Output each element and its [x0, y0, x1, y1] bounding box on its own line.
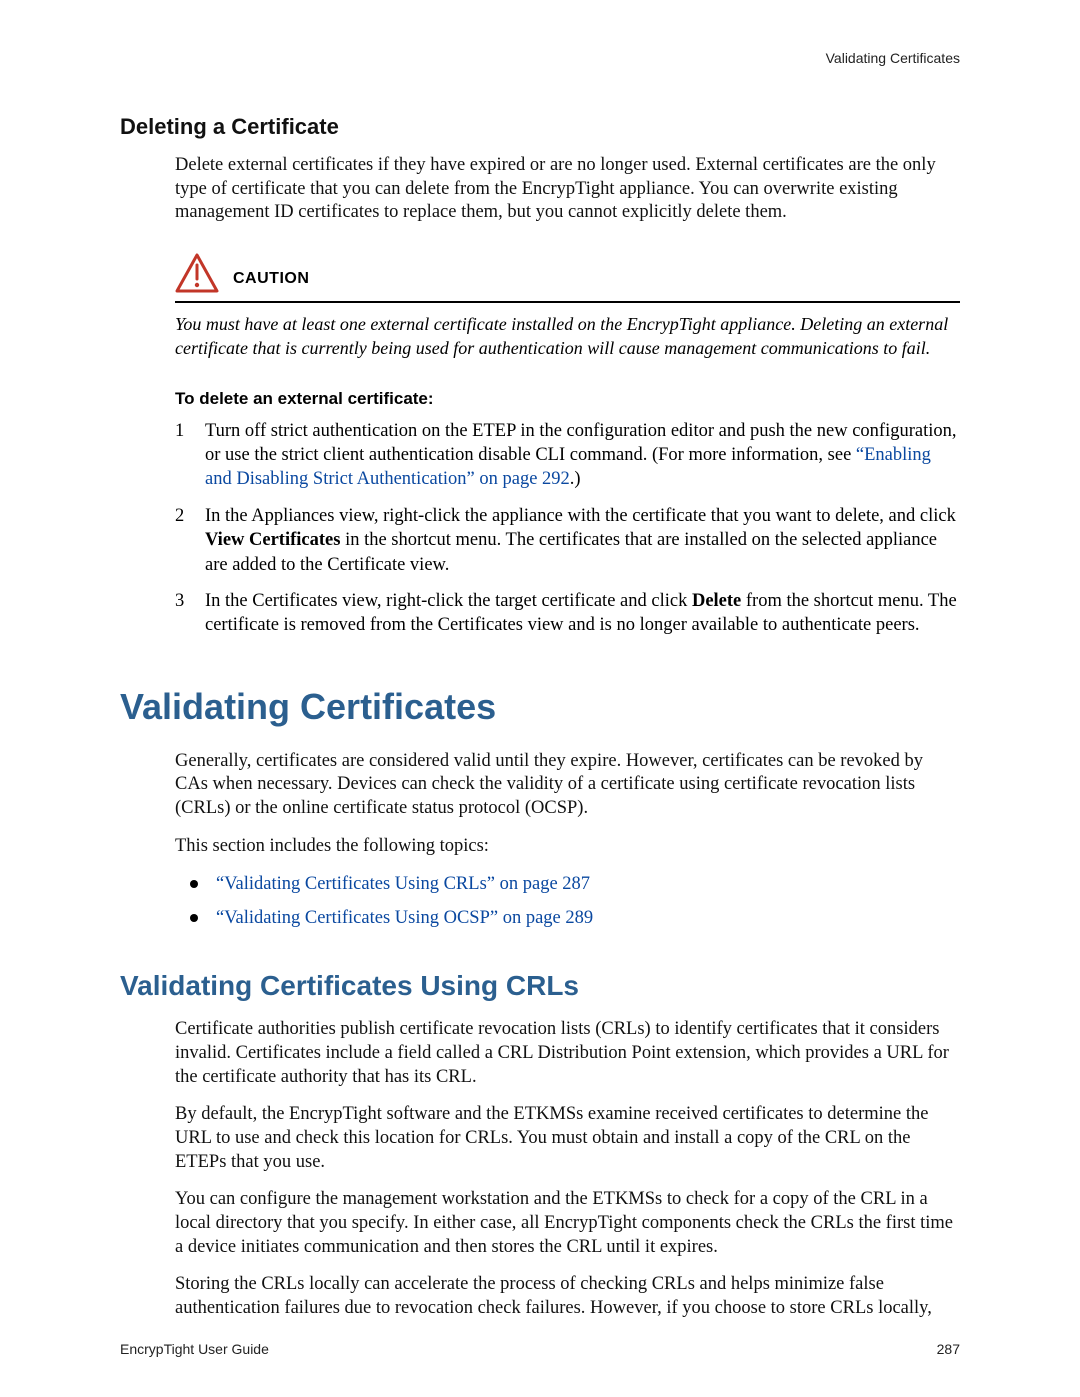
step-number: 1	[175, 419, 189, 492]
step-1-post: .)	[570, 469, 581, 489]
caution-icon	[175, 253, 219, 293]
para-crl-4: Storing the CRLs locally can accelerate …	[175, 1273, 960, 1320]
footer-page-number: 287	[937, 1341, 960, 1357]
caution-block: CAUTION You must have at least one exter…	[175, 253, 960, 361]
ui-view-certificates: View Certificates	[205, 530, 340, 550]
ui-delete: Delete	[692, 591, 741, 611]
link-validating-crls[interactable]: “Validating Certificates Using CRLs” on …	[216, 872, 590, 898]
running-header: Validating Certificates	[120, 50, 960, 66]
caution-label: CAUTION	[233, 270, 309, 293]
para-crl-2: By default, the EncrypTight software and…	[175, 1103, 960, 1174]
heading-deleting-certificate: Deleting a Certificate	[120, 114, 960, 140]
heading-validating-certificates: Validating Certificates	[120, 686, 960, 728]
step-3-pre: In the Certificates view, right-click th…	[205, 591, 692, 611]
task-heading: To delete an external certificate:	[175, 389, 960, 409]
caution-text: You must have at least one external cert…	[175, 313, 960, 361]
footer-book-title: EncrypTight User Guide	[120, 1341, 269, 1357]
para-crl-3: You can configure the management worksta…	[175, 1188, 960, 1259]
step-2: 2 In the Appliances view, right-click th…	[175, 504, 960, 577]
numbered-steps: 1 Turn off strict authentication on the …	[175, 419, 960, 638]
para-crl-1: Certificate authorities publish certific…	[175, 1018, 960, 1089]
heading-validating-crls: Validating Certificates Using CRLs	[120, 970, 960, 1002]
bullet-icon	[190, 880, 198, 888]
bullet-icon	[190, 914, 198, 922]
topic-links: “Validating Certificates Using CRLs” on …	[190, 872, 960, 932]
caution-rule	[175, 301, 960, 303]
page-content: Validating Certificates Deleting a Certi…	[120, 50, 960, 1335]
step-2-pre: In the Appliances view, right-click the …	[205, 506, 956, 526]
para-delete-intro: Delete external certificates if they hav…	[175, 154, 960, 225]
step-1: 1 Turn off strict authentication on the …	[175, 419, 960, 492]
link-validating-ocsp[interactable]: “Validating Certificates Using OCSP” on …	[216, 906, 593, 932]
para-validating-intro: Generally, certificates are considered v…	[175, 750, 960, 821]
list-item: “Validating Certificates Using OCSP” on …	[190, 906, 960, 932]
step-1-pre: Turn off strict authentication on the ET…	[205, 421, 957, 465]
list-item: “Validating Certificates Using CRLs” on …	[190, 872, 960, 898]
page-footer: EncrypTight User Guide 287	[120, 1341, 960, 1357]
para-section-includes: This section includes the following topi…	[175, 835, 960, 859]
step-3: 3 In the Certificates view, right-click …	[175, 589, 960, 638]
step-number: 3	[175, 589, 189, 638]
step-number: 2	[175, 504, 189, 577]
